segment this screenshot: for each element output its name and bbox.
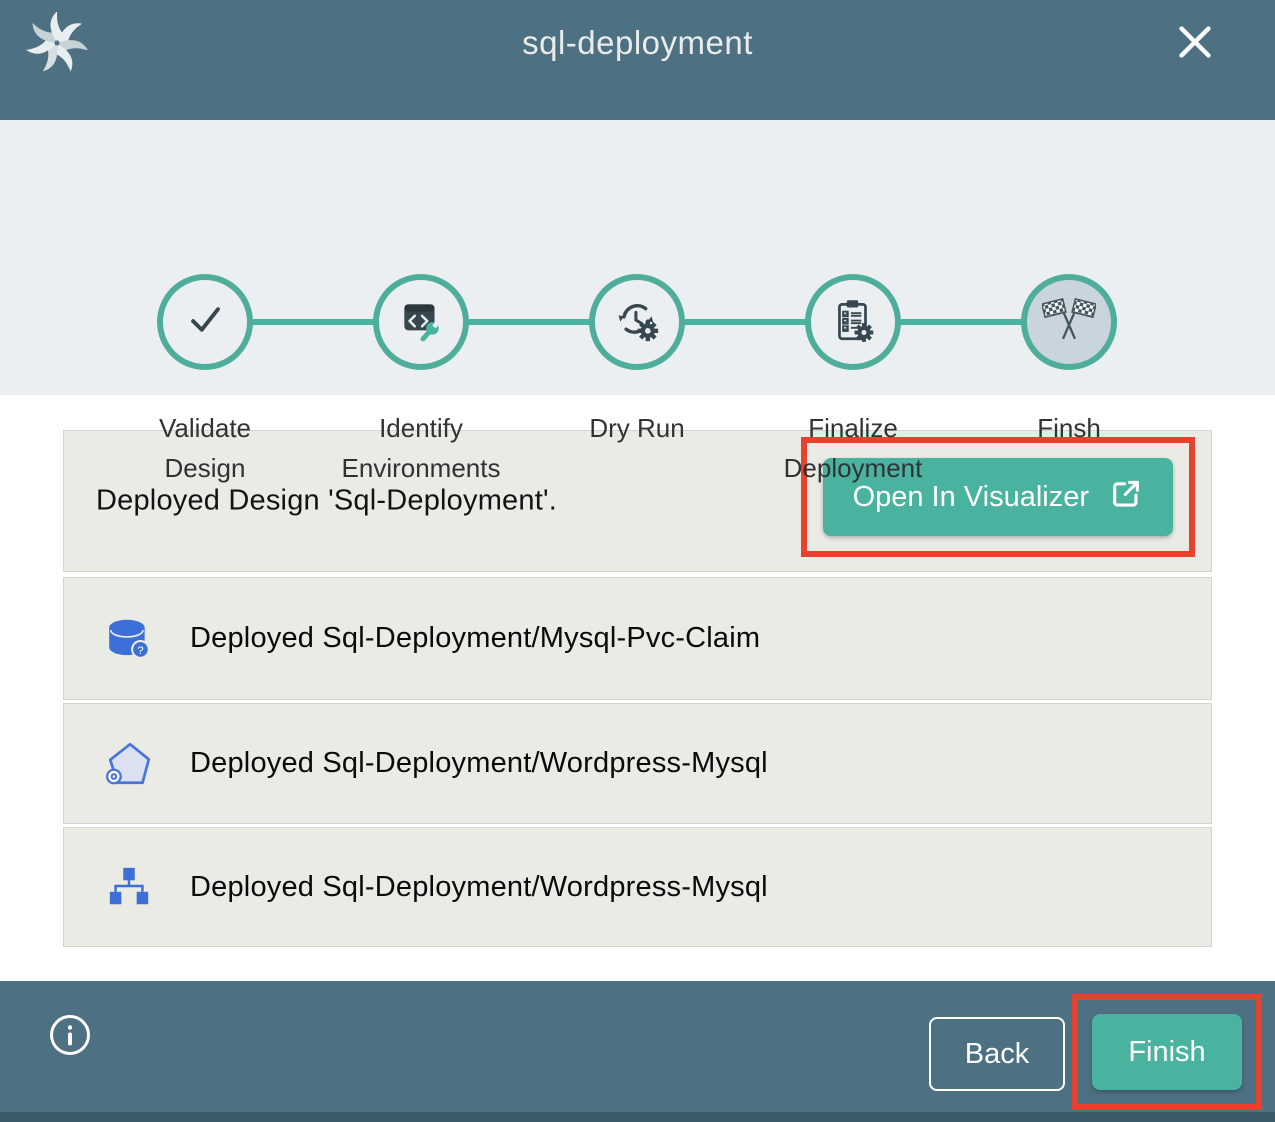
checkered-flags-icon bbox=[1042, 293, 1096, 352]
step-circle bbox=[805, 274, 901, 370]
step-label: Finalize Deployment bbox=[764, 408, 942, 488]
deployed-resource-row[interactable]: Deployed Sql-Deployment/Wordpress-Mysql bbox=[63, 703, 1212, 824]
pentagon-icon bbox=[104, 739, 154, 789]
deployed-resource-label: Deployed Sql-Deployment/Wordpress-Mysql bbox=[190, 871, 768, 904]
step-finish[interactable]: Finsh bbox=[961, 274, 1177, 488]
step-finalize-deployment[interactable]: Finalize Deployment bbox=[745, 274, 961, 488]
check-icon bbox=[179, 294, 231, 351]
deployed-resource-label: Deployed Sql-Deployment/Mysql-Pvc-Claim bbox=[190, 622, 760, 655]
step-label: Finsh bbox=[980, 408, 1158, 448]
deployment-stepper: Validate Design Ide bbox=[0, 120, 1275, 395]
deployed-resource-row[interactable]: ? Deployed Sql-Deployment/Mysql-Pvc-Clai… bbox=[63, 577, 1212, 700]
dialog-header: sql-deployment bbox=[0, 0, 1275, 120]
dialog-title: sql-deployment bbox=[0, 24, 1275, 62]
info-icon[interactable] bbox=[48, 1013, 92, 1057]
deployed-design-message: Deployed Design 'Sql-Deployment'. bbox=[96, 485, 557, 518]
back-button[interactable]: Back bbox=[929, 1017, 1065, 1091]
step-label: Dry Run bbox=[548, 408, 726, 448]
code-wrench-icon bbox=[396, 295, 446, 350]
step-circle bbox=[157, 274, 253, 370]
database-icon: ? bbox=[104, 614, 154, 664]
clipboard-gear-icon bbox=[828, 295, 878, 350]
step-circle bbox=[1021, 274, 1117, 370]
sync-gear-icon bbox=[611, 294, 663, 351]
step-label: Validate Design bbox=[116, 408, 294, 488]
dialog-footer: Back Finish bbox=[0, 981, 1275, 1112]
step-identify-environments[interactable]: Identify Environments bbox=[313, 274, 529, 488]
step-validate-design[interactable]: Validate Design bbox=[97, 274, 313, 488]
close-icon[interactable] bbox=[1173, 20, 1217, 64]
step-circle bbox=[373, 274, 469, 370]
footer-bottom-strip bbox=[0, 1112, 1275, 1122]
step-dry-run[interactable]: Dry Run bbox=[529, 274, 745, 488]
finish-button[interactable]: Finish bbox=[1092, 1014, 1242, 1090]
step-circle bbox=[589, 274, 685, 370]
deployed-resource-label: Deployed Sql-Deployment/Wordpress-Mysql bbox=[190, 747, 768, 780]
deployed-resource-row[interactable]: Deployed Sql-Deployment/Wordpress-Mysql bbox=[63, 827, 1212, 947]
step-label: Identify Environments bbox=[332, 408, 510, 488]
hierarchy-icon bbox=[104, 862, 154, 912]
svg-text:?: ? bbox=[137, 644, 143, 656]
highlight-box-finish: Finish bbox=[1072, 994, 1262, 1110]
